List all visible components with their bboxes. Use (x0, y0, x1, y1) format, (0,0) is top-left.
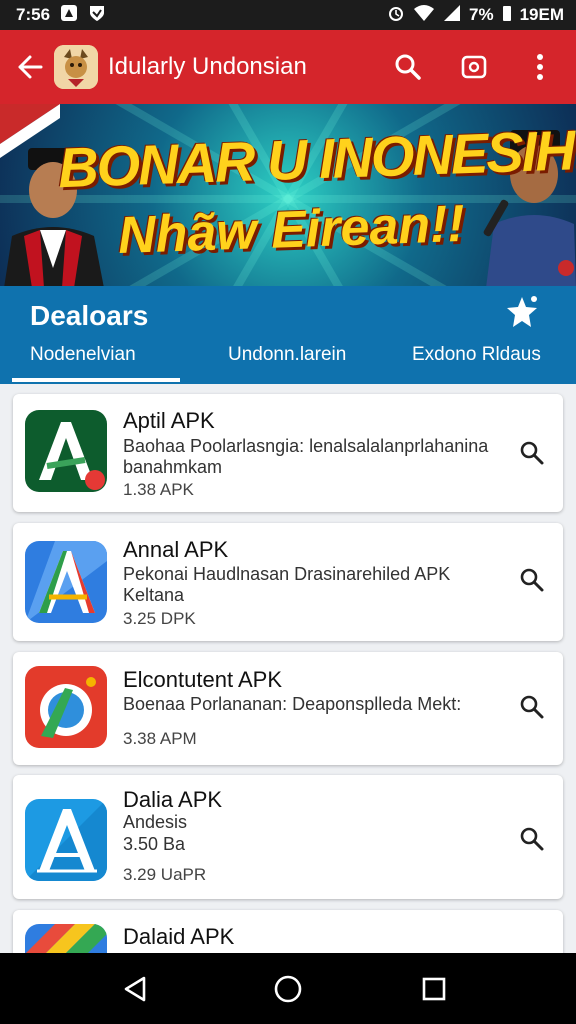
app-size: 3.25 DPK (123, 609, 196, 628)
app-logo (54, 45, 98, 89)
tab-undonnlarein[interactable]: Undonn.larein (228, 344, 346, 366)
app-icon (25, 541, 107, 623)
banner-subheadline: Nhãw Eirean!! (117, 194, 466, 266)
tab-indicator (12, 378, 180, 382)
app-size: 3.29 UaPR (123, 865, 207, 884)
camera-icon[interactable] (452, 45, 496, 89)
app-desc-2: Keltana (123, 585, 185, 605)
shield-icon (88, 4, 106, 27)
app-name: Annal APK (123, 537, 229, 562)
search-icon[interactable] (386, 45, 430, 89)
search-icon[interactable] (519, 826, 545, 852)
list-item[interactable]: Annal APK Pekonai Haudlnasan Drasinarehi… (13, 523, 563, 641)
app-desc: Boenaa Porlananan: Deaponsplleda Mekt: (123, 694, 462, 714)
system-nav-bar (0, 953, 576, 1024)
wifi-icon (413, 4, 435, 27)
app-desc: Pekonai Haudlnasan Drasinarehiled APK (123, 564, 451, 584)
tab-nodenelvian[interactable]: Nodenelvian (30, 344, 136, 366)
status-time: 7:56 (16, 5, 51, 24)
search-icon[interactable] (519, 440, 545, 466)
app-size: 1.38 APK (123, 480, 194, 499)
search-icon[interactable] (519, 567, 545, 593)
alarm-icon (387, 4, 405, 27)
list-item[interactable]: Elcontutent APK Boenaa Porlananan: Deapo… (13, 652, 563, 765)
app-bar: Idularly Undonsian (0, 30, 576, 104)
section-header: Dealoars Nodenelvian Undonn.larein Exdon… (0, 286, 576, 384)
list-item[interactable]: Aptil APK Baohaa Poolarlasngia: lenalsal… (13, 394, 563, 512)
app-name: Elcontutent APK (123, 667, 282, 692)
app-name: Dalaid APK (123, 924, 235, 949)
app-name: Aptil APK (123, 408, 215, 433)
tab-exdono-rldaus[interactable]: Exdono Rldaus (412, 344, 541, 366)
signal-icon (443, 4, 461, 27)
app-desc-2: 3.50 Ba (123, 834, 186, 854)
section-title: Dealoars (30, 300, 149, 331)
app-title: Idularly Undonsian (108, 53, 307, 80)
status-bar: 7:56 7% 19EM (0, 0, 576, 30)
recents-square-icon[interactable] (412, 967, 456, 1011)
battery-icon (502, 4, 512, 27)
app-desc-2: banahmkam (123, 457, 223, 477)
star-icon[interactable] (504, 294, 540, 330)
battery-text: 7% (469, 5, 494, 24)
promo-banner[interactable]: BONAR U INONESIH! Nhãw Eirean!! (0, 104, 576, 286)
app-icon (25, 410, 107, 492)
app-size: 3.38 APM (123, 729, 197, 748)
back-triangle-icon[interactable] (114, 967, 158, 1011)
clock-right: 19EM (519, 5, 564, 24)
app-name: Dalia APK (123, 787, 223, 812)
app-desc: Baohaa Poolarlasngia: lenalsalalanprlaha… (123, 436, 489, 456)
list-item[interactable]: Dalia APK Andesis 3.50 Ba 3.29 UaPR (13, 775, 563, 899)
notification-icon (60, 4, 78, 27)
home-circle-icon[interactable] (266, 967, 310, 1011)
search-icon[interactable] (519, 694, 545, 720)
app-desc: Andesis (123, 812, 188, 832)
app-icon (25, 666, 107, 748)
app-icon (25, 799, 107, 881)
more-vert-icon[interactable] (518, 45, 562, 89)
back-arrow-icon[interactable] (8, 45, 52, 89)
